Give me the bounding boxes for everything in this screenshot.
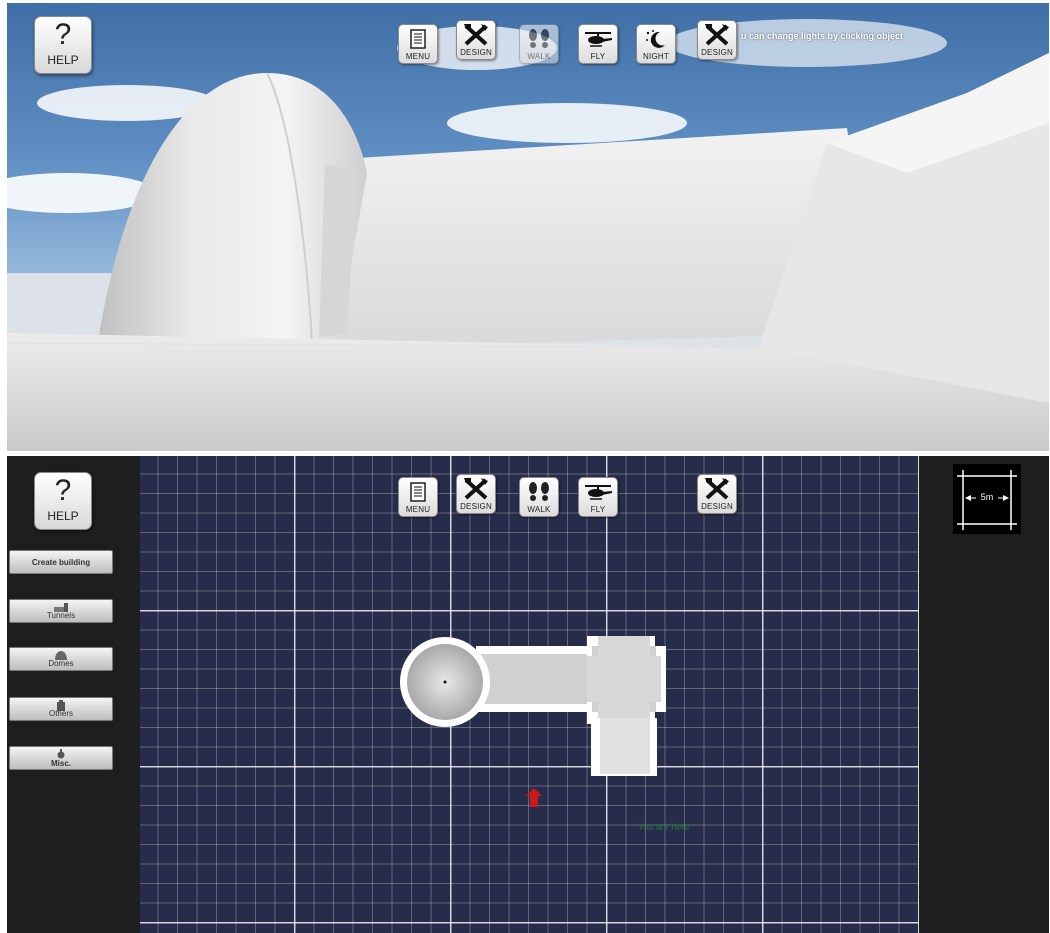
tools-crossed-icon xyxy=(698,477,736,501)
help-label: HELP xyxy=(47,53,79,67)
moon-stars-icon xyxy=(637,27,675,51)
menu-label: MENU xyxy=(405,505,431,514)
create-building-label: Create building xyxy=(31,558,91,567)
tunnels-label: Tunnels xyxy=(46,611,76,620)
help-button[interactable]: ? HELP xyxy=(34,472,92,530)
tools-crossed-icon xyxy=(457,23,495,47)
fly-button[interactable]: FLY xyxy=(578,477,618,517)
menu-button[interactable]: MENU xyxy=(398,24,438,64)
menu-document-icon xyxy=(399,27,437,51)
help-button[interactable]: ? HELP xyxy=(34,16,92,74)
walk-button[interactable]: WALK xyxy=(519,477,559,517)
design-mode-button[interactable]: DESIGN xyxy=(697,474,737,514)
night-button[interactable]: NIGHT xyxy=(636,24,676,64)
floor-plan-grid[interactable]: You are here xyxy=(140,456,919,933)
first-person-3d-view[interactable]: ? HELP MENU DESIGN WALK FLY NIGHT DESIGN… xyxy=(7,3,1049,451)
design-mode-label: DESIGN xyxy=(701,502,733,511)
map-design-view: You are here ? HELP Create building Tunn… xyxy=(7,456,1049,933)
menu-button[interactable]: MENU xyxy=(398,477,438,517)
fly-label: FLY xyxy=(590,52,606,61)
design-mode-label: DESIGN xyxy=(701,48,733,57)
scale-label: 5m xyxy=(980,492,994,502)
menu-document-icon xyxy=(399,480,437,504)
you-are-here-label: You are here xyxy=(638,822,690,832)
tunnel-piece[interactable] xyxy=(476,646,596,712)
footprints-icon xyxy=(520,27,558,51)
help-question-icon: ? xyxy=(54,474,72,507)
fly-button[interactable]: FLY xyxy=(578,24,618,64)
tunnels-button[interactable]: Tunnels xyxy=(9,599,113,623)
lights-hint-text: u can change lights by clicking object xyxy=(741,31,904,41)
tools-crossed-icon xyxy=(698,23,736,47)
snow-scene xyxy=(7,19,1049,451)
design-mode-button[interactable]: DESIGN xyxy=(697,20,737,60)
helicopter-icon xyxy=(579,480,617,504)
help-question-icon: ? xyxy=(54,18,72,51)
create-building-button[interactable]: Create building xyxy=(9,550,113,574)
menu-label: MENU xyxy=(405,52,431,61)
domes-button[interactable]: Domes xyxy=(9,647,113,671)
design-label: DESIGN xyxy=(460,502,492,511)
walk-label: WALK xyxy=(527,52,551,61)
domes-label: Domes xyxy=(48,659,74,668)
others-button[interactable]: Others xyxy=(9,697,113,721)
footprints-icon xyxy=(520,480,558,504)
help-label: HELP xyxy=(47,509,79,523)
misc-label: Misc. xyxy=(50,759,71,768)
tunnel-piece[interactable] xyxy=(591,718,657,776)
walk-label: WALK xyxy=(527,505,551,514)
walk-button[interactable]: WALK xyxy=(519,24,559,64)
night-label: NIGHT xyxy=(643,52,669,61)
design-label: DESIGN xyxy=(460,48,492,57)
you-are-here-arrow-icon xyxy=(526,788,542,807)
helicopter-icon xyxy=(579,27,617,51)
misc-button[interactable]: Misc. xyxy=(9,746,113,770)
design-button[interactable]: DESIGN xyxy=(456,20,496,60)
others-label: Others xyxy=(48,709,73,718)
dome-piece[interactable] xyxy=(400,637,490,727)
junction-piece[interactable] xyxy=(587,636,666,724)
design-button[interactable]: DESIGN xyxy=(456,474,496,514)
fly-label: FLY xyxy=(590,505,606,514)
scale-indicator: 5m xyxy=(953,464,1021,534)
tools-crossed-icon xyxy=(457,477,495,501)
floor-plan xyxy=(400,636,666,807)
